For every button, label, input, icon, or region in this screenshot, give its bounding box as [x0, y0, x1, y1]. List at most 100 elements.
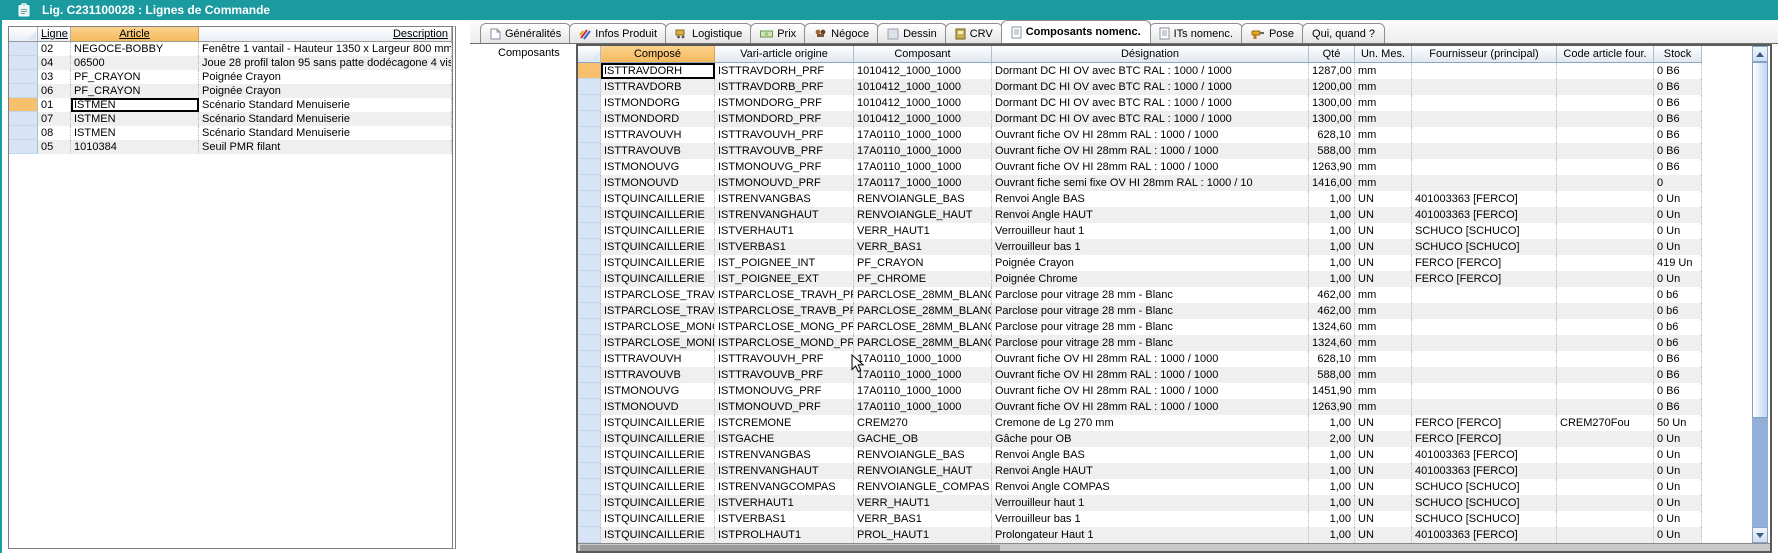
cell-qte[interactable]: 1,00 [1309, 255, 1355, 271]
cell-code[interactable] [1557, 287, 1654, 303]
cell-un[interactable]: mm [1355, 303, 1412, 319]
cell-code[interactable] [1557, 303, 1654, 319]
cell-designation[interactable]: Cremone de Lg 270 mm [992, 415, 1309, 431]
cell-composant[interactable]: PARCLOSE_28MM_BLANC [854, 287, 992, 303]
column-header-description[interactable]: Description [199, 27, 452, 42]
cell-designation[interactable]: Parclose pour vitrage 28 mm - Blanc [992, 335, 1309, 351]
cell-qte[interactable]: 1200,00 [1309, 79, 1355, 95]
cell-fournisseur[interactable]: FERCO [FERCO] [1412, 271, 1557, 287]
cell-qte[interactable]: 1451,90 [1309, 383, 1355, 399]
select-all-cell[interactable] [578, 46, 601, 63]
cell-composant[interactable]: 17A0110_1000_1000 [854, 159, 992, 175]
cell-composant[interactable]: VERR_HAUT1 [854, 223, 992, 239]
cell-stock[interactable]: 0 Un [1654, 191, 1702, 207]
component-row[interactable]: ISTQUINCAILLERIEIST_POIGNEE_INTPF_CRAYON… [578, 255, 1702, 271]
cell-designation[interactable]: Ouvrant fiche OV HI 28mm RAL : 1000 / 10… [992, 399, 1309, 415]
cell-stock[interactable]: 0 Un [1654, 479, 1702, 495]
cell-composant[interactable]: RENVOIANGLE_HAUT [854, 207, 992, 223]
cell-composant[interactable]: RENVOIANGLE_BAS [854, 191, 992, 207]
cell-fournisseur[interactable]: SCHUCO [SCHUCO] [1412, 239, 1557, 255]
cell-un[interactable]: mm [1355, 351, 1412, 367]
cell-un[interactable]: mm [1355, 287, 1412, 303]
cell-fournisseur[interactable] [1412, 95, 1557, 111]
component-row[interactable]: ISTQUINCAILLERIEIST_POIGNEE_EXTPF_CHROME… [578, 271, 1702, 287]
cell-un[interactable]: mm [1355, 399, 1412, 415]
scroll-down-button[interactable] [1752, 527, 1768, 543]
cell-designation[interactable]: Gâche pour OB [992, 431, 1309, 447]
cell-fournisseur[interactable]: SCHUCO [SCHUCO] [1412, 495, 1557, 511]
cell-designation[interactable]: Parclose pour vitrage 28 mm - Blanc [992, 287, 1309, 303]
cell-qte[interactable]: 1,00 [1309, 479, 1355, 495]
cell-un[interactable]: mm [1355, 159, 1412, 175]
row-selector[interactable] [9, 126, 38, 140]
column-header-compose[interactable]: Composé [601, 46, 715, 63]
cell-un[interactable]: UN [1355, 191, 1412, 207]
cell-designation[interactable]: Parclose pour vitrage 28 mm - Blanc [992, 319, 1309, 335]
row-selector[interactable] [578, 447, 601, 463]
component-row[interactable]: ISTQUINCAILLERIEISTVERBAS1VERR_BAS1Verro… [578, 511, 1702, 527]
cell-vari[interactable]: ISTPARCLOSE_TRAVB_PRF [715, 303, 854, 319]
cell-designation[interactable]: Ouvrant fiche OV HI 28mm RAL : 1000 / 10… [992, 351, 1309, 367]
cell-vari[interactable]: ISTMONDORG_PRF [715, 95, 854, 111]
cell-composant[interactable]: 17A0110_1000_1000 [854, 127, 992, 143]
cell-composant[interactable]: 1010412_1000_1000 [854, 111, 992, 127]
component-row[interactable]: ISTQUINCAILLERIEISTRENVANGCOMPASRENVOIAN… [578, 479, 1702, 495]
cell-designation[interactable]: Renvoi Angle BAS [992, 191, 1309, 207]
cell-compose[interactable]: ISTMONDORD [601, 111, 715, 127]
order-line-row[interactable]: 051010384Seuil PMR filant [9, 140, 452, 154]
row-selector[interactable] [578, 207, 601, 223]
cell-fournisseur[interactable] [1412, 79, 1557, 95]
order-line-row[interactable]: 07ISTMENScénario Standard Menuiserie [9, 112, 452, 126]
row-selector[interactable] [9, 112, 38, 126]
tab-prix[interactable]: Prix [750, 23, 806, 43]
tab-dessin[interactable]: Dessin [877, 23, 947, 43]
cell-designation[interactable]: Dormant DC HI OV avec BTC RAL : 1000 / 1… [992, 111, 1309, 127]
cell-un[interactable]: mm [1355, 383, 1412, 399]
cell-qte[interactable]: 628,10 [1309, 351, 1355, 367]
cell-compose[interactable]: ISTQUINCAILLERIE [601, 511, 715, 527]
cell-stock[interactable]: 0 b6 [1654, 303, 1702, 319]
cell-compose[interactable]: ISTQUINCAILLERIE [601, 207, 715, 223]
cell-vari[interactable]: IST_POIGNEE_INT [715, 255, 854, 271]
cell-compose[interactable]: ISTQUINCAILLERIE [601, 447, 715, 463]
cell-un[interactable]: UN [1355, 479, 1412, 495]
cell-stock[interactable]: 0 [1654, 175, 1702, 191]
cell-fournisseur[interactable]: 401003363 [FERCO] [1412, 191, 1557, 207]
column-header-ligne[interactable]: Ligne [38, 27, 71, 42]
row-selector[interactable] [9, 56, 38, 70]
cell-compose[interactable]: ISTQUINCAILLERIE [601, 479, 715, 495]
cell-designation[interactable]: Dormant DC HI OV avec BTC RAL : 1000 / 1… [992, 95, 1309, 111]
cell-qte[interactable]: 588,00 [1309, 367, 1355, 383]
cell-description[interactable]: Poignée Crayon [199, 70, 452, 84]
cell-qte[interactable]: 628,10 [1309, 127, 1355, 143]
cell-fournisseur[interactable] [1412, 351, 1557, 367]
cell-composant[interactable]: 17A0117_1000_1000 [854, 175, 992, 191]
cell-ligne[interactable]: 04 [38, 56, 71, 70]
row-selector[interactable] [9, 42, 38, 56]
cell-qte[interactable]: 1,00 [1309, 207, 1355, 223]
row-selector[interactable] [578, 271, 601, 287]
cell-vari[interactable]: ISTTRAVOUVH_PRF [715, 127, 854, 143]
row-selector[interactable] [578, 511, 601, 527]
cell-compose[interactable]: ISTQUINCAILLERIE [601, 191, 715, 207]
component-row[interactable]: ISTTRAVDORBISTTRAVDORB_PRF1010412_1000_1… [578, 79, 1702, 95]
cell-designation[interactable]: Renvoi Angle HAUT [992, 207, 1309, 223]
cell-code[interactable] [1557, 495, 1654, 511]
title-bar[interactable]: Lig. C231100028 : Lignes de Commande [0, 0, 1778, 20]
cell-vari[interactable]: ISTPARCLOSE_MONG_PRF [715, 319, 854, 335]
row-selector[interactable] [578, 527, 601, 543]
cell-un[interactable]: UN [1355, 271, 1412, 287]
cell-description[interactable]: Poignée Crayon [199, 84, 452, 98]
cell-fournisseur[interactable]: 401003363 [FERCO] [1412, 447, 1557, 463]
row-selector[interactable] [578, 255, 601, 271]
cell-un[interactable]: UN [1355, 447, 1412, 463]
cell-qte[interactable]: 462,00 [1309, 287, 1355, 303]
cell-stock[interactable]: 0 Un [1654, 207, 1702, 223]
row-selector[interactable] [578, 399, 601, 415]
cell-fournisseur[interactable] [1412, 335, 1557, 351]
cell-compose[interactable]: ISTQUINCAILLERIE [601, 495, 715, 511]
cell-designation[interactable]: Renvoi Angle HAUT [992, 463, 1309, 479]
cell-designation[interactable]: Ouvrant fiche OV HI 28mm RAL : 1000 / 10… [992, 143, 1309, 159]
tab-qui-quand[interactable]: Qui, quand ? [1302, 23, 1385, 43]
cell-code[interactable] [1557, 79, 1654, 95]
